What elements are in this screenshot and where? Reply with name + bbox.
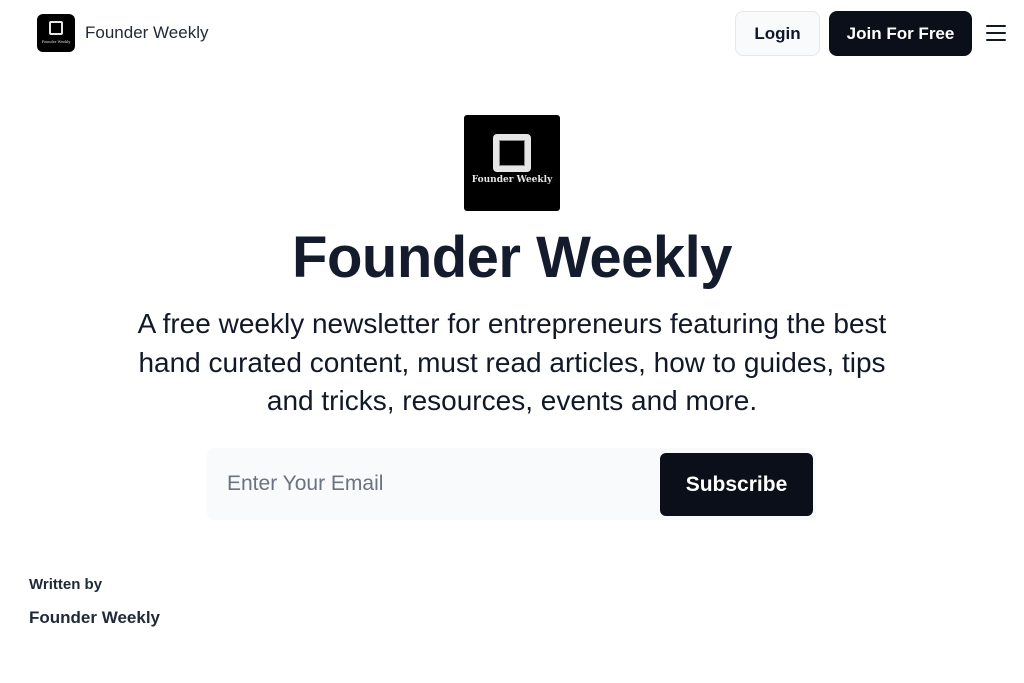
subscribe-form: Subscribe [207, 448, 816, 520]
brand-logo: Founder Weekly [37, 14, 75, 52]
logo-square-icon [493, 134, 531, 172]
join-for-free-button[interactable]: Join For Free [829, 11, 972, 56]
author-name[interactable]: Founder Weekly [29, 608, 160, 628]
logo-square-icon [49, 21, 63, 35]
page-title: Founder Weekly [292, 225, 732, 290]
subscribe-button[interactable]: Subscribe [660, 453, 813, 516]
brand-name: Founder Weekly [85, 23, 209, 42]
hero-logo-caption: Founder Weekly [471, 175, 553, 185]
login-button[interactable]: Login [735, 11, 820, 56]
site-header: Founder Weekly Founder Weekly Login Join… [0, 0, 1024, 66]
newsletter-description: A free weekly newsletter for entrepreneu… [137, 308, 887, 416]
logo-text: Founder Weekly [41, 40, 71, 44]
written-by-label: Written by [29, 576, 103, 593]
brand-link[interactable]: Founder Weekly Founder Weekly [37, 14, 208, 52]
email-input[interactable] [227, 466, 647, 502]
hero-logo: Founder Weekly [464, 115, 560, 211]
hamburger-menu-icon[interactable] [984, 22, 1008, 44]
